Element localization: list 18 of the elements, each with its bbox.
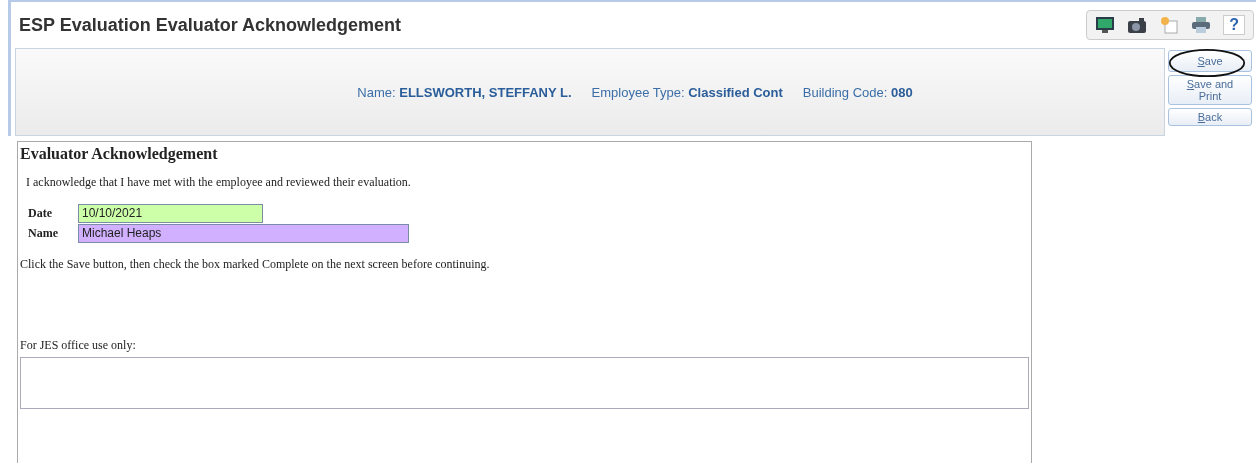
input-field[interactable]: 10/10/2021 <box>78 204 263 223</box>
input-field[interactable]: Michael Heaps <box>78 224 409 243</box>
action-button[interactable]: Back <box>1168 108 1252 126</box>
printer-icon[interactable] <box>1191 16 1212 34</box>
info-field: Building Code: 080 <box>802 84 913 100</box>
help-button[interactable]: ? <box>1223 15 1245 35</box>
section-title: Evaluator Acknowledgement <box>20 145 219 163</box>
monitor-icon[interactable] <box>1095 16 1116 34</box>
action-button[interactable]: Save and Print <box>1168 75 1252 105</box>
field-label: Name <box>28 226 59 241</box>
field-label: Date <box>28 206 53 221</box>
statement-text: I acknowledge that I have met with the employee and reviewed their evaluation. <box>26 175 412 190</box>
info-field: Name: ELLSWORTH, STEFFANY L. <box>357 84 572 100</box>
notes-label: For JES office use only: <box>20 338 137 353</box>
camera-icon[interactable] <box>1127 16 1148 34</box>
instruction-text: Click the Save button, then check the box marked Complete on the next screen before continuing. <box>20 257 491 272</box>
info-field: Employee Type: Classified Cont <box>591 84 783 100</box>
window-title: ESP Evaluation Evaluator Acknowledgement <box>19 14 402 36</box>
